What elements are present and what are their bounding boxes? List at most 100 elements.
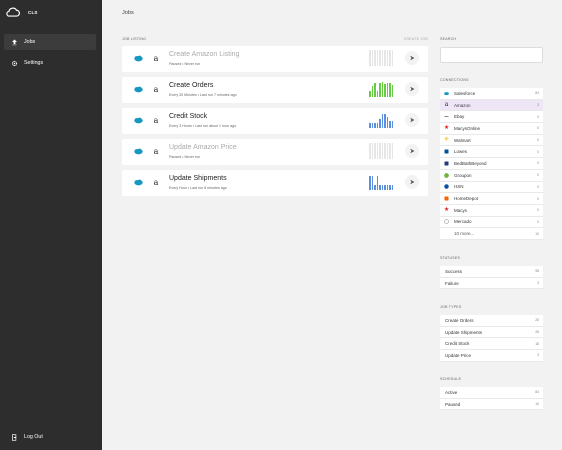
sidebar-item-label: Settings	[24, 60, 44, 66]
history-bar	[384, 50, 386, 66]
job-meta: Every 30 Minutes • Last run 7 minutes ag…	[169, 93, 237, 97]
connections-more-link[interactable]: 10 more... 10	[440, 228, 543, 240]
connection-name: Amazon	[454, 102, 471, 108]
job-type-item[interactable]: Credit Stock 18	[440, 338, 543, 351]
connection-item-homedepot[interactable]: HomeDepot 0	[440, 193, 543, 205]
run-job-button[interactable]	[405, 144, 419, 158]
connection-item-amazon[interactable]: a Amazon 3	[440, 99, 543, 112]
job-types-list: Create Orders 28 Update Shipments 26 Credit …	[440, 315, 543, 362]
connection-name: Ebay	[454, 114, 465, 120]
connection-name: HSN	[454, 184, 464, 190]
history-bar	[391, 185, 393, 190]
history-bar	[379, 119, 381, 128]
connection-item-walmart[interactable]: ✳ Walmart 0	[440, 134, 543, 147]
sidebar: CLS Jobs Settings Log Out	[0, 0, 102, 450]
connection-count: 0	[537, 138, 539, 143]
run-job-button[interactable]	[405, 113, 419, 127]
run-history-chart	[369, 50, 393, 66]
job-card[interactable]: a Create Amazon Listing Paused • Never run	[122, 46, 428, 72]
job-type-count: 18	[535, 341, 539, 346]
connection-count: 0	[537, 161, 539, 166]
connection-name: BedBathBeyond	[454, 160, 487, 166]
run-job-button[interactable]	[405, 51, 419, 65]
history-bar	[376, 50, 378, 66]
play-icon	[410, 148, 415, 154]
job-type-name: Credit Stock	[445, 341, 470, 347]
brand[interactable]: CLS	[6, 6, 38, 18]
connection-item-macys[interactable]: ★ Macys 0	[440, 204, 543, 217]
job-type-item[interactable]: Create Orders 28	[440, 315, 543, 327]
salesforce-icon	[134, 117, 143, 124]
more-label: 10 more...	[454, 231, 475, 237]
walmart-icon: ✳	[443, 137, 450, 144]
history-bar	[371, 86, 373, 97]
job-type-count: 28	[535, 318, 539, 323]
create-job-button[interactable]: CREATE JOB	[404, 37, 428, 41]
job-card[interactable]: a Update Amazon Price Paused • Never run	[122, 139, 428, 165]
connection-item-mercado[interactable]: Mercado 0	[440, 216, 543, 229]
status-item[interactable]: Success 98	[440, 266, 543, 278]
job-name[interactable]: Create Orders	[169, 82, 213, 89]
play-icon	[410, 55, 415, 61]
mercado-icon	[444, 219, 449, 225]
amazon-icon: a	[153, 53, 159, 63]
search-label: SEARCH	[440, 37, 457, 41]
history-bar	[381, 82, 383, 97]
history-bar	[374, 185, 376, 190]
job-type-item[interactable]: Update Price 3	[440, 350, 543, 362]
connection-count: 0	[537, 173, 539, 178]
amazon-icon: a	[444, 101, 449, 109]
job-type-item[interactable]: Update Shipments 26	[440, 326, 543, 339]
star-icon: ★	[443, 207, 450, 214]
job-card[interactable]: a Credit Stock Every 3 Hours • Last run ab…	[122, 108, 428, 134]
connection-item-salesforce[interactable]: Salesforce 84	[440, 88, 543, 100]
connection-item-bedbathbeyond[interactable]: BedBathBeyond 0	[440, 158, 543, 170]
schedule-item[interactable]: Active 84	[440, 387, 543, 399]
connection-item-lowes[interactable]: Lowes 0	[440, 146, 543, 159]
connection-count: 84	[535, 91, 539, 96]
history-bar	[374, 143, 376, 159]
run-job-button[interactable]	[405, 82, 419, 96]
schedule-item[interactable]: Paused 10	[440, 398, 543, 411]
history-bar	[389, 50, 391, 66]
history-bar	[391, 143, 393, 159]
run-job-button[interactable]	[405, 175, 419, 189]
star-icon: ★	[443, 125, 450, 132]
connection-item-ebay[interactable]: Ebay 0	[440, 111, 543, 124]
connection-item-macysonline[interactable]: ★ MacysOnline 0	[440, 123, 543, 135]
job-types-label: JOB TYPES	[440, 305, 462, 309]
run-history-chart	[369, 143, 393, 159]
salesforce-icon	[134, 86, 143, 93]
sidebar-item-jobs[interactable]: Jobs	[4, 34, 96, 50]
schedule-count: 84	[535, 390, 539, 395]
job-name[interactable]: Update Shipments	[169, 175, 227, 182]
connection-count: 3	[537, 103, 539, 108]
search-input[interactable]	[440, 47, 543, 63]
logout-button[interactable]: Log Out	[4, 429, 96, 445]
connection-item-groupon[interactable]: G Groupon 0	[440, 169, 543, 182]
history-bar	[389, 185, 391, 190]
job-name[interactable]: Update Amazon Price	[169, 144, 237, 151]
job-name[interactable]: Create Amazon Listing	[169, 51, 239, 58]
status-item[interactable]: Failure 3	[440, 277, 543, 290]
status-count: 98	[535, 269, 539, 274]
history-bar	[371, 176, 373, 190]
job-meta: Paused • Never run	[169, 62, 201, 66]
statuses-list: Success 98 Failure 3	[440, 266, 543, 290]
history-bar	[391, 50, 393, 66]
job-name[interactable]: Credit Stock	[169, 113, 207, 120]
history-bar	[369, 91, 371, 97]
history-bar	[381, 143, 383, 159]
job-card[interactable]: a Update Shipments Every Hour • Last run 8…	[122, 170, 428, 196]
history-bar	[369, 123, 371, 128]
connection-count: 0	[537, 184, 539, 189]
sidebar-item-settings[interactable]: Settings	[4, 55, 96, 71]
amazon-icon: a	[153, 84, 159, 94]
gear-icon	[11, 60, 18, 67]
upload-icon	[11, 38, 18, 46]
job-card[interactable]: a Create Orders Every 30 Minutes • Last ru…	[122, 77, 428, 103]
connections-label: CONNECTIONS	[440, 78, 469, 82]
connection-name: Macys	[454, 207, 468, 213]
connection-item-hsn[interactable]: HSN 0	[440, 181, 543, 194]
ebay-icon	[444, 114, 449, 119]
